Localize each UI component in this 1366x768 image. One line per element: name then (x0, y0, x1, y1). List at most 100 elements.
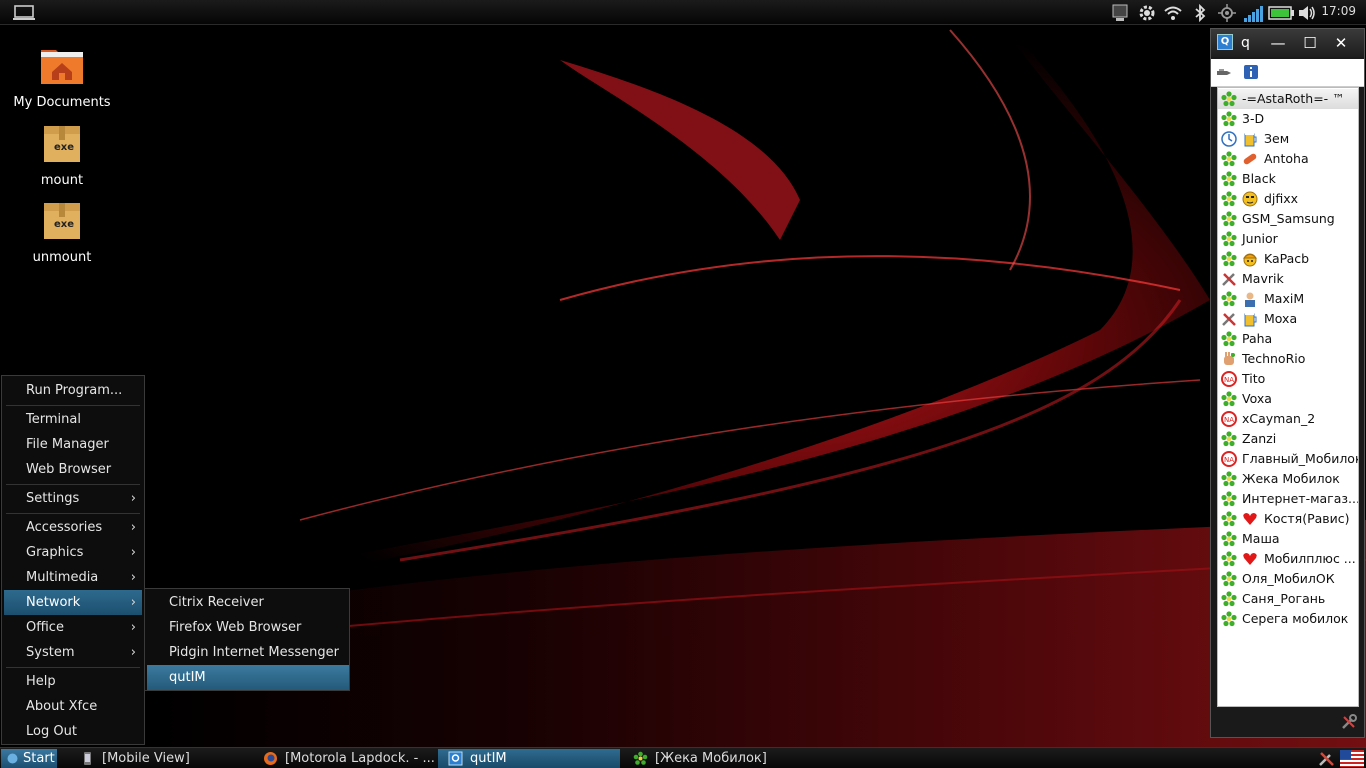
contact-row[interactable]: KaPacb (1218, 249, 1358, 269)
contact-row[interactable]: NA Tito (1218, 369, 1358, 389)
contact-row[interactable]: Мобилплюс ... (1218, 549, 1358, 569)
menu-item-run-program[interactable]: Run Program... (4, 378, 142, 403)
heart-icon (1243, 513, 1257, 525)
contact-name: Mavrik (1242, 271, 1284, 286)
contact-name: GSM_Samsung (1242, 211, 1335, 226)
contact-name: djfixx (1264, 191, 1299, 206)
menu-item-log-out[interactable]: Log Out (4, 719, 142, 744)
tools-icon[interactable] (1318, 750, 1336, 767)
contact-row[interactable]: -=AstaRoth=- ™ (1218, 89, 1358, 109)
contact-name: Black (1242, 171, 1276, 186)
heart-icon (1243, 553, 1257, 565)
submenu-item-pidgin[interactable]: Pidgin Internet Messenger (147, 640, 349, 665)
contact-row[interactable]: Voxa (1218, 389, 1358, 409)
menu-item-about-xfce[interactable]: About Xfce (4, 694, 142, 719)
gear-icon[interactable] (1137, 3, 1157, 23)
qutim-app-icon[interactable]: Q (1217, 34, 1233, 50)
contact-list[interactable]: -=AstaRoth=- ™ 3-D Зем Antoha Black djfixx GSM… (1217, 87, 1359, 707)
contact-row[interactable]: Mavrik (1218, 269, 1358, 289)
contact-row[interactable]: Зем (1218, 129, 1358, 149)
online-icon (1221, 491, 1237, 507)
desktop-icon-mount[interactable]: exe mount (7, 120, 117, 188)
menu-item-multimedia[interactable]: Multimedia › (4, 565, 142, 590)
contact-row[interactable]: djfixx (1218, 189, 1358, 209)
menu-item-help[interactable]: Help (4, 669, 142, 694)
task-qutim[interactable]: qutIM (438, 749, 620, 768)
gps-icon[interactable] (1217, 3, 1237, 23)
window-title: q (1241, 35, 1250, 51)
task-motorola-lapdock[interactable]: [Motorola Lapdock. - ... (253, 749, 435, 768)
menu-item-network[interactable]: Network › (4, 590, 142, 615)
menu-item-file-manager[interactable]: File Manager (4, 432, 142, 457)
contact-row[interactable]: Оля_МобилОК (1218, 569, 1358, 589)
contact-row[interactable]: Paha (1218, 329, 1358, 349)
contact-row[interactable]: NA xCayman_2 (1218, 409, 1358, 429)
contact-row[interactable]: Серега мобилок (1218, 609, 1358, 629)
contact-row[interactable]: NA Главный_Мобилок (1218, 449, 1358, 469)
maximize-button[interactable]: ☐ (1297, 33, 1323, 53)
contact-row[interactable]: Саня_Рогань (1218, 589, 1358, 609)
window-titlebar[interactable]: Q q — ☐ ✕ (1211, 29, 1364, 57)
close-button[interactable]: ✕ (1328, 33, 1354, 53)
contact-name: Paha (1242, 331, 1273, 346)
contact-row[interactable]: Интернет-магаз... (1218, 489, 1358, 509)
qutim-toolbar (1211, 59, 1364, 87)
desktop-icon-my-documents[interactable]: My Documents (7, 42, 117, 110)
chevron-right-icon: › (130, 520, 136, 535)
contact-row[interactable]: Antoha (1218, 149, 1358, 169)
bluetooth-icon[interactable] (1190, 3, 1210, 23)
task-zheka-mobilok[interactable]: [Жека Мобилок] (623, 749, 808, 768)
menu-item-web-browser[interactable]: Web Browser (4, 457, 142, 482)
task-mobile-view[interactable]: [Mobile View] (70, 749, 250, 768)
menu-item-settings[interactable]: Settings › (4, 486, 142, 511)
contact-row[interactable]: Костя(Равис) (1218, 509, 1358, 529)
contact-row[interactable]: Moxa (1218, 309, 1358, 329)
icq-flower-icon (633, 751, 648, 765)
menu-item-graphics[interactable]: Graphics › (4, 540, 142, 565)
online-icon (1221, 331, 1237, 347)
monitor-icon[interactable] (1110, 3, 1130, 23)
wifi-icon[interactable] (1163, 3, 1183, 23)
menu-item-accessories[interactable]: Accessories › (4, 515, 142, 540)
contact-name: Moxa (1264, 311, 1298, 326)
contact-row[interactable]: Junior (1218, 229, 1358, 249)
contact-row[interactable]: Маша (1218, 529, 1358, 549)
status-menu-icon[interactable] (1216, 66, 1234, 80)
online-icon (1221, 191, 1237, 207)
online-icon (1221, 151, 1237, 167)
contact-row[interactable]: 3-D (1218, 109, 1358, 129)
battery-icon[interactable] (1268, 3, 1295, 23)
menu-item-system[interactable]: System › (4, 640, 142, 665)
submenu-item-qutim[interactable]: qutIM (147, 665, 349, 690)
show-desktop-icon[interactable] (12, 4, 36, 22)
info-icon[interactable] (1243, 64, 1259, 80)
contact-name: Зем (1264, 131, 1290, 146)
us-flag-icon[interactable] (1340, 750, 1364, 767)
contact-name: 3-D (1242, 111, 1265, 126)
exe-badge: exe (54, 219, 75, 230)
submenu-item-firefox[interactable]: Firefox Web Browser (147, 615, 349, 640)
online-icon (1221, 91, 1237, 107)
beer-icon (1244, 132, 1257, 147)
start-button[interactable]: Start (1, 749, 57, 768)
contact-row[interactable]: TechnoRio (1218, 349, 1358, 369)
exe-badge: exe (54, 142, 75, 153)
menu-item-terminal[interactable]: Terminal (4, 407, 142, 432)
chevron-right-icon: › (130, 491, 136, 506)
volume-icon[interactable] (1297, 3, 1317, 23)
submenu-item-citrix-receiver[interactable]: Citrix Receiver (147, 590, 349, 615)
contact-row[interactable]: Black (1218, 169, 1358, 189)
qutim-contact-window: Q q — ☐ ✕ -=AstaRoth=- ™ 3-D Зем Antoha Blac… (1210, 28, 1365, 738)
contact-row[interactable]: Zanzi (1218, 429, 1358, 449)
contact-row[interactable]: GSM_Samsung (1218, 209, 1358, 229)
online-icon (1221, 471, 1237, 487)
desktop-icon-unmount[interactable]: exe unmount (7, 197, 117, 265)
network-submenu: Citrix Receiver Firefox Web Browser Pidg… (144, 588, 350, 691)
menu-item-office[interactable]: Office › (4, 615, 142, 640)
contact-row[interactable]: Жека Мобилок (1218, 469, 1358, 489)
tools-icon[interactable] (1340, 713, 1358, 731)
clock[interactable]: 17:09 (1321, 4, 1356, 18)
signal-icon[interactable] (1242, 3, 1266, 23)
contact-row[interactable]: MaxiM (1218, 289, 1358, 309)
minimize-button[interactable]: — (1265, 33, 1291, 53)
